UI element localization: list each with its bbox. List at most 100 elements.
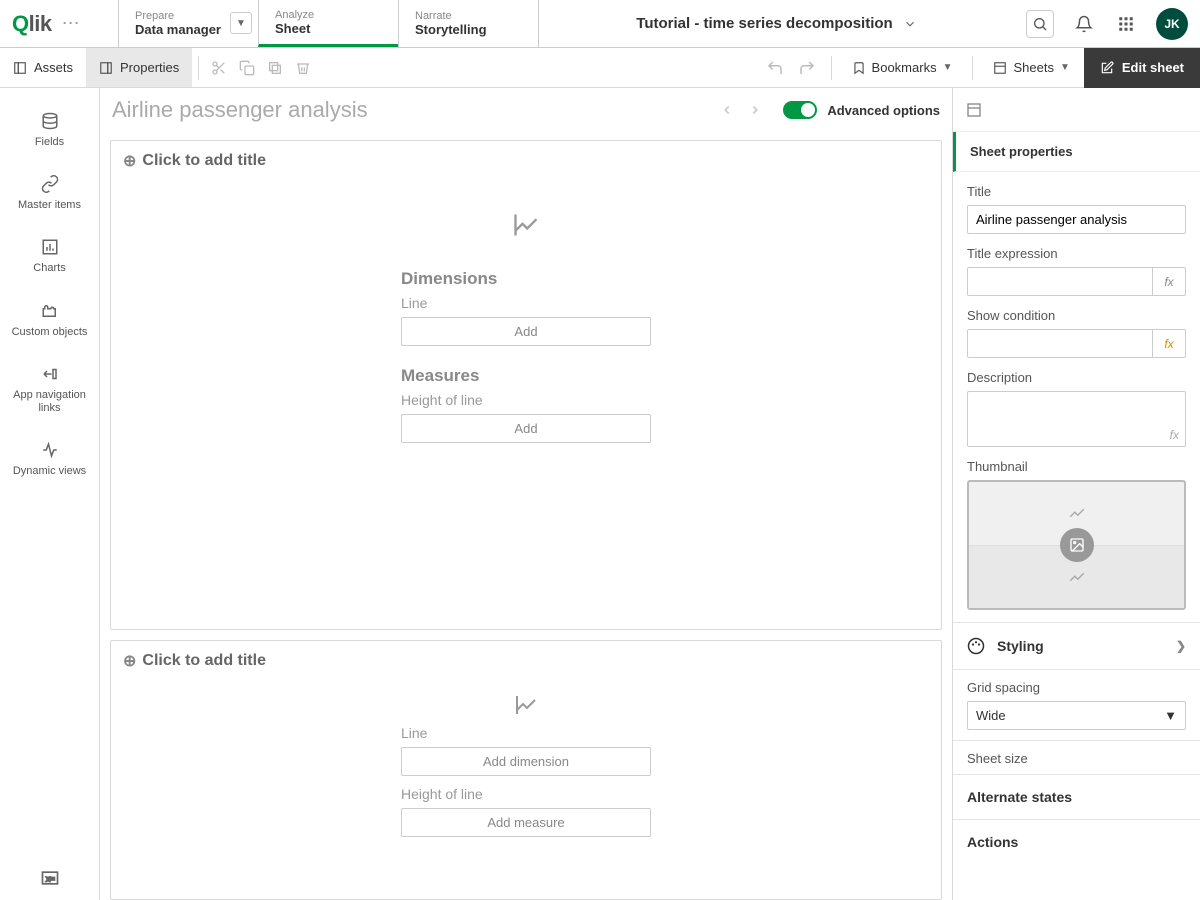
config-block: Line Add dimension Height of line Add me… [401,725,651,847]
props-form: Title Title expression fx Show condition… [953,172,1200,623]
prev-sheet-icon[interactable] [713,96,741,124]
show-condition-label: Show condition [967,308,1186,323]
tab-narrate-small: Narrate [415,10,522,22]
rail-fields[interactable]: Fields [0,100,99,163]
grid-spacing-value: Wide [976,708,1006,723]
description-label: Description [967,370,1186,385]
chart-object-2[interactable]: ⊕ Click to add title Line Add dimension … [110,640,942,900]
left-rail: Fields Master items Charts Custom object… [0,88,100,900]
config-block: Dimensions Line Add Measures Height of l… [401,259,651,453]
thumbnail-box[interactable] [967,480,1186,610]
tab-prepare[interactable]: Prepare Data manager ▼ [118,0,258,47]
rail-charts[interactable]: Charts [0,226,99,289]
add-measure-button[interactable]: Add [401,414,651,443]
description-input[interactable]: fx [967,391,1186,447]
chart-object-1[interactable]: ⊕ Click to add title Dimensions Line Add… [110,140,942,630]
rail-appnav-label: App navigation links [4,389,95,415]
cut-icon[interactable] [205,54,233,82]
measure-label: Height of line [401,392,651,408]
styling-accordion[interactable]: Styling ❯ [953,623,1200,670]
sheet-icon [965,102,983,118]
sheets-label: Sheets [1013,60,1053,75]
grid-spacing-label: Grid spacing [967,680,1186,695]
tab-narrate-big: Storytelling [415,22,522,37]
toolbar-right: Bookmarks ▼ Sheets ▼ Edit sheet [761,48,1200,88]
properties-label: Properties [120,60,179,75]
more-menu-icon[interactable]: ⋯ [62,13,80,34]
chevron-down-icon[interactable]: ▼ [230,12,252,34]
bar-chart-icon [41,236,59,258]
rail-custom-objects[interactable]: Custom objects [0,290,99,353]
rail-dynamic-views[interactable]: Dynamic views [0,429,99,492]
edit-sheet-label: Edit sheet [1122,60,1184,75]
undo-icon[interactable] [761,54,789,82]
next-sheet-icon[interactable] [741,96,769,124]
props-top [953,88,1200,132]
apps-grid-icon[interactable] [1114,12,1138,36]
tab-prepare-small: Prepare [135,10,242,22]
rail-master-label: Master items [18,199,81,212]
add-dimension-button[interactable]: Add [401,317,651,346]
search-icon[interactable] [1026,10,1054,38]
advanced-switch[interactable] [783,101,817,119]
object-title-placeholder[interactable]: ⊕ Click to add title [111,141,941,181]
sheets-button[interactable]: Sheets ▼ [983,48,1079,88]
canvas-body: ⊕ Click to add title Dimensions Line Add… [100,132,952,900]
actions-label: Actions [967,834,1018,850]
show-condition-input[interactable] [967,329,1152,358]
grid-spacing-select[interactable]: Wide ▼ [967,701,1186,730]
assets-label: Assets [34,60,73,75]
tab-narrate[interactable]: Narrate Storytelling [398,0,538,47]
rail-app-nav[interactable]: App navigation links [0,353,99,429]
qlik-logo[interactable]: Qlik [12,11,52,37]
grid-spacing-block: Grid spacing Wide ▼ [953,670,1200,741]
bell-icon[interactable] [1072,12,1096,36]
sheet-size-label: Sheet size [967,751,1186,766]
rail-fields-label: Fields [35,136,64,149]
redo-icon[interactable] [793,54,821,82]
edit-sheet-button[interactable]: Edit sheet [1084,48,1200,88]
advanced-label: Advanced options [827,103,940,118]
add-measure-button[interactable]: Add measure [401,808,651,837]
copy-icon[interactable] [233,54,261,82]
chevron-down-icon [903,17,917,31]
actions-accordion[interactable]: Actions [953,820,1200,864]
separator [831,56,832,80]
properties-tab[interactable]: Properties [86,48,192,87]
fx-button[interactable]: fx [1152,267,1186,296]
chevron-right-icon: ❯ [1176,639,1186,653]
sheet-properties-heading: Sheet properties [953,132,1200,172]
fx-icon[interactable]: fx [1170,428,1179,442]
puzzle-icon [41,300,59,322]
add-dimension-button[interactable]: Add dimension [401,747,651,776]
assets-tab[interactable]: Assets [0,48,86,87]
database-icon [41,110,59,132]
title-expression-input[interactable] [967,267,1152,296]
image-icon[interactable] [1060,528,1094,562]
plus-icon: ⊕ [123,151,136,171]
title-input[interactable] [967,205,1186,234]
bookmarks-button[interactable]: Bookmarks ▼ [842,48,963,88]
title-expression-label: Title expression [967,246,1186,261]
paste-icon[interactable] [261,54,289,82]
object-title-placeholder[interactable]: ⊕ Click to add title [111,641,941,681]
object-body: Line Add dimension Height of line Add me… [111,681,941,867]
add-title-text: Click to add title [142,652,266,670]
delete-icon[interactable] [289,54,317,82]
rail-master-items[interactable]: Master items [0,163,99,226]
bookmarks-label: Bookmarks [872,60,937,75]
chevron-down-icon: ▼ [1060,62,1070,73]
alt-states-label: Alternate states [967,789,1072,805]
advanced-toggle: Advanced options [783,101,940,119]
variable-icon[interactable]: x= [40,868,60,888]
avatar[interactable]: JK [1156,8,1188,40]
title-label: Title [967,184,1186,199]
chevron-down-icon: ▼ [943,62,953,73]
alternate-states-accordion[interactable]: Alternate states [953,775,1200,820]
app-title[interactable]: Tutorial - time series decomposition [538,0,1014,47]
tab-prepare-big: Data manager [135,22,242,37]
tab-analyze[interactable]: Analyze Sheet [258,0,398,47]
add-title-text: Click to add title [142,152,266,170]
fx-button[interactable]: fx [1152,329,1186,358]
separator [972,56,973,80]
